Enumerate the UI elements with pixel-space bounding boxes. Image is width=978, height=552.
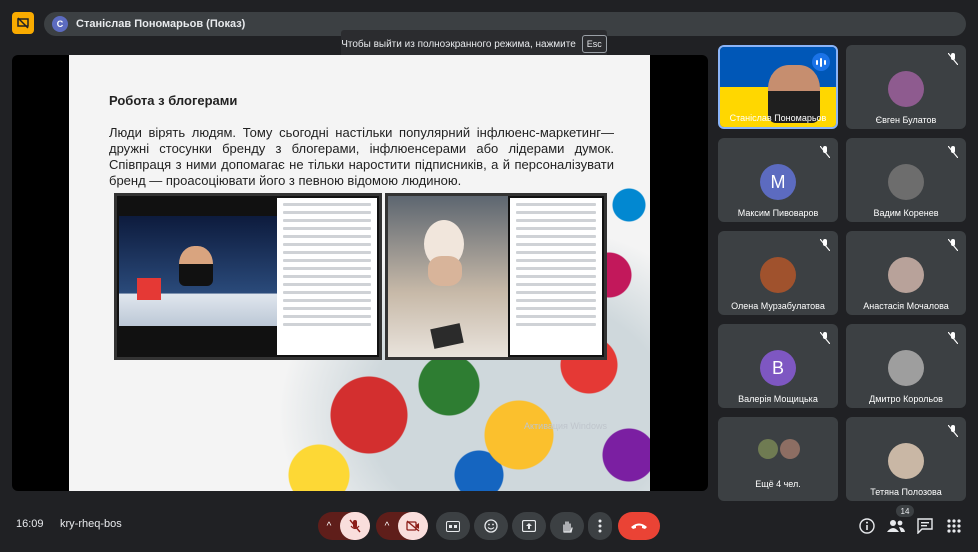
mic-off-icon bbox=[820, 146, 830, 158]
avatar bbox=[780, 439, 800, 459]
participant-tile[interactable]: Вадим Коренев bbox=[846, 138, 966, 222]
people-icon bbox=[887, 520, 905, 532]
participant-tile[interactable]: Олена Мурзабулатова bbox=[718, 231, 838, 315]
more-options-button[interactable] bbox=[588, 512, 612, 540]
participant-tile[interactable]: Дмитро Корольов bbox=[846, 324, 966, 408]
mic-off-icon bbox=[820, 332, 830, 344]
present-screen-icon bbox=[522, 520, 536, 532]
presenter-label: Станіслав Пономарьов (Показ) bbox=[76, 18, 246, 30]
mic-off-icon bbox=[820, 239, 830, 251]
more-participants-tile[interactable]: Ещё 4 чел. bbox=[718, 417, 838, 501]
toast-text: Чтобы выйти из полноэкранного режима, на… bbox=[341, 38, 576, 50]
mic-off-icon bbox=[948, 239, 958, 251]
avatar: В bbox=[760, 350, 796, 386]
reactions-button[interactable] bbox=[474, 512, 508, 540]
raise-hand-button[interactable] bbox=[550, 512, 584, 540]
more-participants-label: Ещё 4 чел. bbox=[755, 479, 801, 489]
participant-name: Максим Пивоваров bbox=[737, 208, 819, 218]
participant-name: Станіслав Пономарьов bbox=[729, 113, 827, 123]
participant-name: Дмитро Корольов bbox=[869, 394, 943, 404]
meeting-code: kry-rheq-bos bbox=[60, 518, 122, 530]
slide-body: Люди вірять людям. Тому сьогодні настіль… bbox=[109, 125, 614, 188]
camera-control[interactable]: ^ bbox=[376, 512, 428, 540]
participant-name: Євген Булатов bbox=[875, 115, 937, 125]
camera-off-button[interactable] bbox=[398, 512, 428, 540]
mic-off-icon bbox=[948, 53, 958, 65]
more-vert-icon bbox=[598, 519, 602, 533]
esc-key: Esc bbox=[581, 35, 607, 53]
presentation-stage: Робота з блогерами Люди вірять людям. То… bbox=[12, 55, 708, 491]
mic-off-icon bbox=[349, 519, 361, 533]
slide-title: Робота з блогерами bbox=[109, 93, 238, 108]
presenter-avatar: С bbox=[52, 16, 68, 32]
participant-tile[interactable]: Євген Булатов bbox=[846, 45, 966, 129]
fullscreen-toast: Чтобы выйти из полноэкранного режима, на… bbox=[341, 30, 607, 58]
participant-tile[interactable]: М Максим Пивоваров bbox=[718, 138, 838, 222]
instagram-post-screenshot-2 bbox=[385, 193, 607, 360]
avatar bbox=[888, 443, 924, 479]
people-button[interactable] bbox=[884, 514, 908, 538]
participant-name: Анастасія Мочалова bbox=[863, 301, 949, 311]
meeting-details-button[interactable] bbox=[855, 514, 879, 538]
chevron-up-icon[interactable]: ^ bbox=[376, 521, 398, 532]
mic-off-button[interactable] bbox=[340, 512, 370, 540]
instagram-post-screenshot bbox=[114, 193, 382, 360]
participant-name: Тетяна Полозова bbox=[870, 487, 942, 497]
participant-name: Вадим Коренев bbox=[873, 208, 939, 218]
avatar bbox=[758, 439, 778, 459]
avatar bbox=[888, 71, 924, 107]
participant-tile[interactable]: Тетяна Полозова bbox=[846, 417, 966, 501]
speaking-indicator-icon bbox=[812, 53, 830, 71]
avatar bbox=[888, 350, 924, 386]
activities-button[interactable] bbox=[942, 514, 966, 538]
hand-icon bbox=[563, 521, 573, 533]
participant-tile[interactable]: Станіслав Пономарьов bbox=[718, 45, 838, 129]
presentation-off-icon[interactable] bbox=[12, 12, 34, 34]
emoji-icon bbox=[484, 519, 498, 533]
apps-grid-icon bbox=[947, 519, 961, 533]
hang-up-icon bbox=[631, 523, 647, 529]
present-button[interactable] bbox=[512, 512, 546, 540]
info-icon bbox=[859, 518, 875, 534]
video-thumbnail bbox=[119, 216, 279, 326]
participant-name: Олена Мурзабулатова bbox=[731, 301, 825, 311]
photo-thumbnail bbox=[388, 196, 508, 357]
avatar bbox=[760, 257, 796, 293]
camera-off-icon bbox=[406, 520, 420, 532]
participant-tile[interactable]: Анастасія Мочалова bbox=[846, 231, 966, 315]
avatar: М bbox=[760, 164, 796, 200]
chat-icon bbox=[917, 518, 933, 534]
windows-watermark: Активация Windows bbox=[524, 421, 607, 431]
captions-icon bbox=[446, 520, 460, 532]
clock: 16:09 bbox=[16, 518, 44, 530]
participant-tile[interactable]: В Валерія Мощицька bbox=[718, 324, 838, 408]
post-text-panel-2 bbox=[510, 198, 602, 355]
leave-call-button[interactable] bbox=[618, 512, 660, 540]
mic-control[interactable]: ^ bbox=[318, 512, 370, 540]
chevron-up-icon[interactable]: ^ bbox=[318, 521, 340, 532]
avatar bbox=[888, 164, 924, 200]
mic-off-icon bbox=[948, 425, 958, 437]
mic-off-icon bbox=[948, 146, 958, 158]
participant-name: Валерія Мощицька bbox=[738, 394, 818, 404]
avatar bbox=[888, 257, 924, 293]
chat-button[interactable] bbox=[913, 514, 937, 538]
post-text-panel bbox=[277, 198, 377, 355]
slide: Робота з блогерами Люди вірять людям. То… bbox=[69, 55, 650, 491]
captions-button[interactable] bbox=[436, 512, 470, 540]
mic-off-icon bbox=[948, 332, 958, 344]
